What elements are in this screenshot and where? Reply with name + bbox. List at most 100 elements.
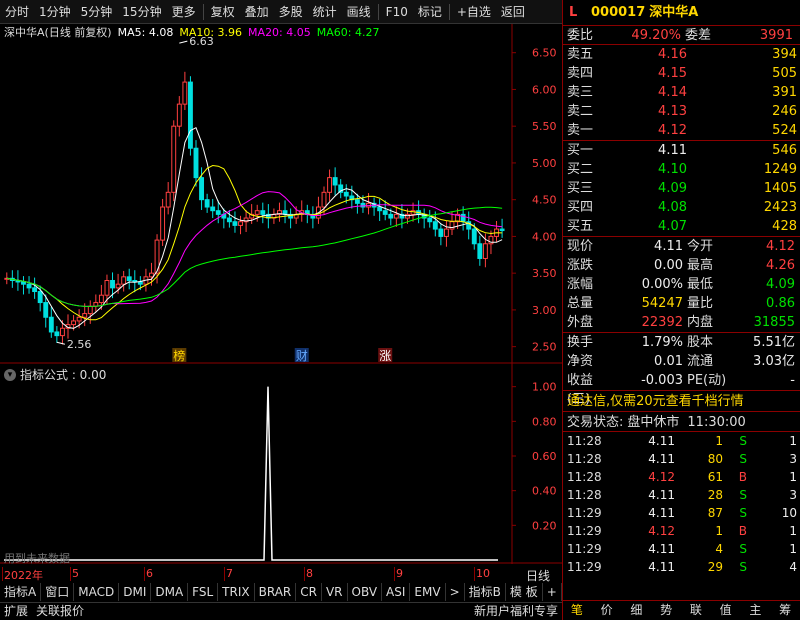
indicator-tab[interactable]: 模 板 <box>506 583 543 601</box>
trade-time: 11:30:00 <box>687 415 746 430</box>
panel-tab[interactable]: 价 <box>592 601 622 620</box>
indicator-svg[interactable]: 1.00 0.80 0.60 0.40 0.20 <box>0 364 562 564</box>
indicator-tab[interactable]: OBV <box>348 583 383 601</box>
tick-side: S <box>739 488 747 502</box>
toolbar-button[interactable]: 分时 <box>0 0 34 24</box>
quote-row: 卖二 4.13 246 <box>563 102 800 121</box>
indicator-tab[interactable]: TRIX <box>218 583 255 601</box>
time-axis-tick <box>304 567 305 581</box>
kline-chart[interactable]: 6.50 6.00 5.50 5.00 4.50 4.00 3.50 3.00 2.50 6.63… <box>0 24 562 364</box>
indicator-tab[interactable]: + <box>543 583 562 601</box>
kline-svg[interactable]: 6.506.005.505.004.504.003.503.002.506.63… <box>0 24 562 364</box>
toolbar-button[interactable]: 标记 <box>413 0 447 24</box>
panel-tab[interactable]: 筹 <box>770 601 800 620</box>
fund-label: 股本 <box>687 335 714 350</box>
indicator-chart[interactable]: 1.00 0.80 0.60 0.40 0.20 ▾ 指标公式 : 0.00 用到未来数… <box>0 364 562 565</box>
toolbar-button[interactable]: F10 <box>381 0 413 24</box>
indicator-tick-label: 0.60 <box>532 450 557 463</box>
stat-value: 22392 <box>641 315 683 330</box>
toolbar-button[interactable]: 多股 <box>274 0 308 24</box>
fund-value: 5.51亿 <box>753 335 795 350</box>
tick-side: B <box>738 470 747 484</box>
candle <box>104 280 110 296</box>
tick-time: 11:28 <box>567 488 602 502</box>
tick-volume: 1 <box>715 524 723 538</box>
ma20-label: MA20: 4.05 <box>248 25 311 39</box>
candle <box>438 228 444 237</box>
time-axis-tick <box>70 567 71 581</box>
bid-volume: 1249 <box>763 162 797 177</box>
candle <box>238 221 243 226</box>
panel-tab[interactable]: 势 <box>651 601 681 620</box>
bid-price: 4.09 <box>658 181 687 196</box>
panel-tab[interactable]: 笔 <box>562 601 592 620</box>
indicator-header[interactable]: ▾ 指标公式 : 0.00 <box>4 366 106 383</box>
new-user-promo-link[interactable]: 新用户福利专享 <box>470 603 562 620</box>
panel-tab[interactable]: 主 <box>741 601 771 620</box>
chart-toolbar: 分时 1分钟 5分钟 15分钟 更多 复权 叠加 多股 统计 画线 F10 标记 +自选 返回 <box>0 0 562 24</box>
panel-tab[interactable]: 联 <box>681 601 711 620</box>
promo-link[interactable]: 通达信,仅需20元查看千档行情 <box>563 390 800 411</box>
toolbar-button[interactable]: 画线 <box>342 0 376 24</box>
event-marker: 涨 <box>379 348 391 363</box>
quote-row: 买三 4.09 1405 <box>563 179 800 198</box>
expand-button[interactable]: 扩展 <box>0 603 32 620</box>
bid-volume: 546 <box>772 143 797 158</box>
trade-status-label: 交易状态: <box>567 415 624 430</box>
tick-count: 1 <box>789 542 797 556</box>
stat-label: 现价 <box>567 239 594 254</box>
indicator-tab[interactable]: ASI <box>382 583 411 601</box>
time-axis-tick <box>144 567 145 581</box>
candle <box>471 228 477 245</box>
candle <box>332 177 338 186</box>
fund-value: - <box>790 373 795 388</box>
chart-header: 深中华A(日线 前复权) MA5: 4.08 MA10: 3.96 MA20: … <box>4 24 379 40</box>
toolbar-button[interactable]: 5分钟 <box>76 0 118 24</box>
collapse-icon[interactable]: ▾ <box>4 368 16 381</box>
indicator-tab[interactable]: EMV <box>410 583 446 601</box>
candle <box>187 81 193 149</box>
panel-tab[interactable]: 值 <box>711 601 741 620</box>
ask-volume: 246 <box>772 104 797 119</box>
indicator-tab[interactable]: 窗口 <box>41 583 75 601</box>
indicator-tab[interactable]: BRAR <box>255 583 297 601</box>
candle <box>193 147 199 179</box>
indicator-tab[interactable]: VR <box>322 583 348 601</box>
toolbar-button[interactable]: 1分钟 <box>34 0 76 24</box>
tick-side: S <box>739 506 747 520</box>
price-tick-label: 2.50 <box>532 341 557 354</box>
tick-price: 4.12 <box>648 524 675 538</box>
toolbar-button[interactable]: 15分钟 <box>117 0 166 24</box>
panel-tab[interactable]: 细 <box>622 601 652 620</box>
timeframe-label[interactable]: 日线 <box>526 567 550 584</box>
toolbar-button[interactable]: +自选 <box>452 0 496 24</box>
indicator-tab[interactable]: DMI <box>119 583 152 601</box>
indicator-tab[interactable]: FSL <box>188 583 219 601</box>
bid-price: 4.11 <box>658 143 687 158</box>
toolbar-button[interactable]: 返回 <box>496 0 530 24</box>
indicator-tab[interactable]: MACD <box>74 583 120 601</box>
bid-label: 买二 <box>567 162 594 177</box>
ask-label: 卖二 <box>567 104 594 119</box>
indicator-tab[interactable]: > <box>446 583 465 601</box>
quote-panel: L 000017 深中华A 委比 49.20% 委差 3991 卖五 4.16 39… <box>562 0 800 620</box>
indicator-tab[interactable]: CR <box>296 583 322 601</box>
tick-time: 11:29 <box>567 542 602 556</box>
quote-row: 买一 4.11 546 <box>563 141 800 160</box>
indicator-tab[interactable]: 指标A <box>0 583 42 601</box>
bid-price: 4.07 <box>658 219 687 234</box>
tick-count: 1 <box>789 524 797 538</box>
indicator-tab[interactable]: 指标B <box>465 583 506 601</box>
quote-row: 涨跌 0.00 最高 4.26 <box>563 256 800 275</box>
stat-label: 涨幅 <box>567 277 594 292</box>
toolbar-button[interactable]: 复权 <box>206 0 240 24</box>
indicator-tab[interactable]: DMA <box>151 583 189 601</box>
tick-time: 11:29 <box>567 506 602 520</box>
candle <box>82 313 88 318</box>
time-axis-label: 9 <box>396 567 403 580</box>
toolbar-button[interactable]: 叠加 <box>240 0 274 24</box>
tick-time: 11:29 <box>567 560 602 574</box>
related-quote-button[interactable]: 关联报价 <box>32 603 88 620</box>
toolbar-button[interactable]: 统计 <box>308 0 342 24</box>
toolbar-button[interactable]: 更多 <box>167 0 201 24</box>
